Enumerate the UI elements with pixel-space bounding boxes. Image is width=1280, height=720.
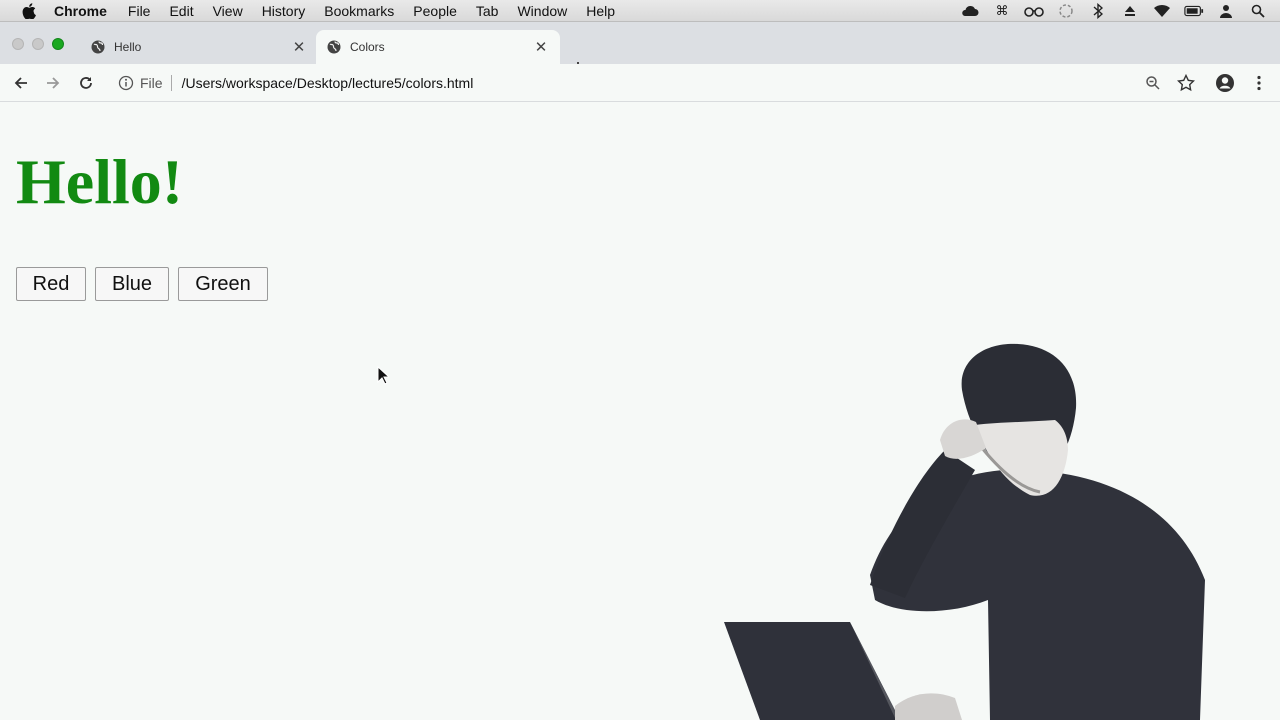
tab-title: Hello: [114, 40, 142, 54]
address-bar[interactable]: File /Users/workspace/Desktop/lecture5/c…: [108, 70, 1208, 96]
cloud-icon[interactable]: [960, 2, 980, 20]
window-close-button[interactable]: [12, 38, 24, 50]
battery-icon[interactable]: [1184, 2, 1204, 20]
zoom-button[interactable]: [1142, 72, 1164, 94]
globe-icon: [326, 39, 342, 55]
presenter-with-laptop: [724, 343, 1205, 720]
user-icon[interactable]: [1216, 2, 1236, 20]
red-button[interactable]: Red: [16, 267, 86, 301]
wifi-icon[interactable]: [1152, 2, 1172, 20]
blue-button[interactable]: Blue: [95, 267, 169, 301]
menu-view[interactable]: View: [213, 3, 243, 19]
bookmark-star-button[interactable]: [1175, 72, 1197, 94]
browser-toolbar: File /Users/workspace/Desktop/lecture5/c…: [0, 64, 1280, 102]
globe-icon: [90, 39, 106, 55]
forward-button[interactable]: [42, 72, 64, 94]
menu-tab[interactable]: Tab: [476, 3, 499, 19]
account-icon: [1216, 74, 1234, 92]
more-vertical-icon: [1257, 75, 1261, 91]
eject-icon[interactable]: [1120, 2, 1140, 20]
close-icon[interactable]: ✕: [532, 38, 550, 56]
menu-bookmarks[interactable]: Bookmarks: [324, 3, 394, 19]
info-icon[interactable]: [118, 75, 134, 91]
tab-colors[interactable]: Colors ✕: [316, 30, 560, 64]
arrow-left-icon: [14, 77, 27, 89]
reload-button[interactable]: [75, 72, 97, 94]
window-maximize-button[interactable]: [52, 38, 64, 50]
zoom-icon: [1146, 76, 1160, 90]
close-icon[interactable]: ✕: [290, 38, 308, 56]
omnibox-divider: [170, 75, 172, 91]
tab-title: Colors: [350, 40, 385, 54]
window-minimize-button[interactable]: [32, 38, 44, 50]
bluetooth-icon[interactable]: [1088, 2, 1108, 20]
menu-history[interactable]: History: [262, 3, 306, 19]
back-button[interactable]: [10, 72, 32, 94]
spotlight-icon[interactable]: [1248, 2, 1268, 20]
sync-icon[interactable]: [1056, 2, 1076, 20]
arrow-right-icon: [47, 77, 60, 89]
menu-bar-status-area: ⌘: [960, 0, 1268, 22]
apple-menu-icon[interactable]: [20, 2, 38, 19]
tab-strip: Hello ✕ Colors ✕: [0, 22, 1280, 74]
menu-people[interactable]: People: [413, 3, 457, 19]
menu-help[interactable]: Help: [586, 3, 615, 19]
menu-file[interactable]: File: [128, 3, 151, 19]
menu-button[interactable]: [1248, 72, 1270, 94]
menu-window[interactable]: Window: [517, 3, 567, 19]
glasses-icon[interactable]: [1024, 2, 1044, 20]
command-icon[interactable]: ⌘: [992, 2, 1012, 20]
mouse-cursor-icon: [377, 366, 389, 385]
scheme-label: File: [140, 75, 163, 91]
tab-hello[interactable]: Hello ✕: [80, 30, 318, 64]
menu-edit[interactable]: Edit: [169, 3, 193, 19]
star-icon: [1177, 74, 1195, 92]
page-heading: Hello!: [16, 146, 184, 217]
reload-icon: [80, 77, 92, 89]
url-text[interactable]: /Users/workspace/Desktop/lecture5/colors…: [182, 75, 474, 91]
green-button[interactable]: Green: [178, 267, 268, 301]
macos-menu-bar: Chrome File Edit View History Bookmarks …: [0, 0, 1280, 22]
profile-button[interactable]: [1214, 72, 1236, 94]
menu-app-chrome[interactable]: Chrome: [54, 3, 107, 19]
